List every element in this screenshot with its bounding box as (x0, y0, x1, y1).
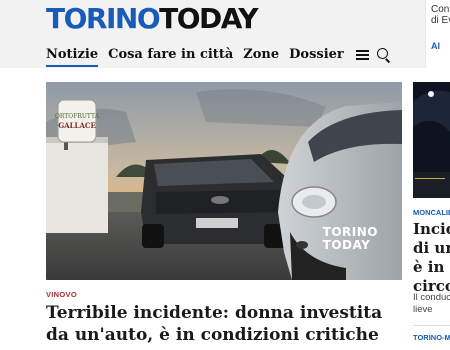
sign-line-1: ORTOFRUTTA (55, 113, 100, 120)
side-divider (413, 325, 450, 326)
main-nav: Notizie Cosa fare in città Zone Dossier (46, 44, 391, 67)
site-header: TORINO TODAY Notizie Cosa fare in città Z… (0, 0, 450, 68)
nav-item-notizie[interactable]: Notizie (46, 44, 99, 67)
search-icon[interactable] (376, 48, 391, 62)
side-article-summary: Il conduc lieve (413, 292, 450, 315)
side-article-title[interactable]: Incide di un t è in m circola (413, 220, 450, 296)
promo-line-2: di Ev (431, 15, 450, 26)
logo-torino: TORINO (46, 2, 161, 35)
main-article-image[interactable]: ORTOFRUTTA GALLACE TORINO TODAY (46, 82, 402, 280)
next-article-category[interactable]: TORINO-MI (413, 333, 450, 342)
side-article-image[interactable] (413, 82, 450, 198)
main-article-headline[interactable]: Terribile incidente: donna investita da … (46, 302, 406, 346)
logo-today: TODAY (159, 2, 258, 35)
promo-box[interactable]: Con di Ev Al (425, 0, 450, 68)
side-article-category[interactable]: MONCALIE (413, 208, 450, 217)
promo-line-1: Con (431, 4, 450, 15)
torinotoday-watermark: TORINO TODAY (322, 225, 378, 252)
nav-item-zone[interactable]: Zone (243, 44, 279, 66)
sign-line-2: GALLACE (58, 121, 96, 130)
promo-cta[interactable]: Al (431, 41, 440, 51)
hamburger-menu-icon[interactable] (355, 50, 369, 60)
site-logo[interactable]: TORINO TODAY (46, 2, 259, 35)
side-photo (413, 82, 450, 198)
main-article-category[interactable]: VINOVO (46, 290, 77, 299)
nav-item-dossier[interactable]: Dossier (289, 44, 344, 66)
nav-item-cosa-fare[interactable]: Cosa fare in città (108, 44, 233, 66)
